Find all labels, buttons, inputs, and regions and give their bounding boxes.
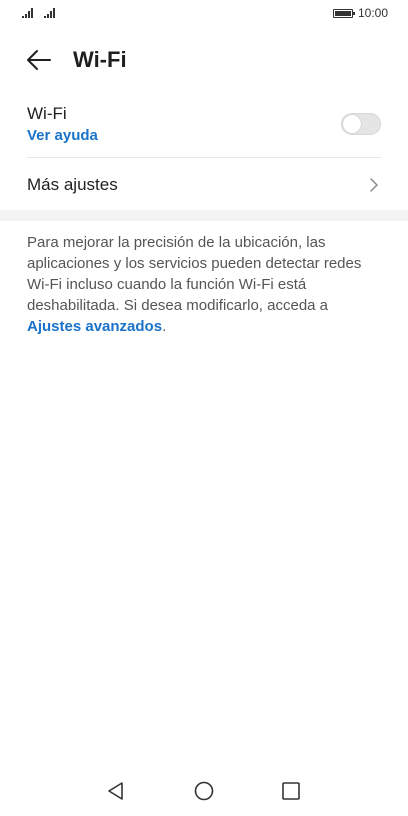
system-nav-bar (0, 770, 408, 810)
battery-full-icon (333, 9, 355, 18)
square-recent-icon[interactable] (280, 780, 302, 802)
more-settings-label: Más ajustes (27, 175, 118, 194)
wifi-toggle-switch[interactable] (341, 113, 381, 135)
status-bar: 10:00 (0, 0, 408, 26)
location-info-text: Para mejorar la precisión de la ubicació… (27, 232, 381, 337)
advanced-settings-link[interactable]: Ajustes avanzados (27, 318, 162, 335)
wifi-label: Wi-Fi (27, 104, 67, 123)
toggle-knob (343, 115, 361, 133)
circle-home-icon[interactable] (193, 780, 215, 802)
more-settings-item[interactable]: Más ajustes (27, 162, 381, 208)
signal-icon (44, 8, 55, 18)
wifi-settings-screen: 10:00 Wi-Fi Wi-Fi Ver ayuda Más ajustes … (0, 0, 408, 816)
chevron-right-icon (369, 177, 379, 193)
arrow-left-icon[interactable] (26, 48, 52, 72)
divider (27, 157, 381, 158)
status-clock: 10:00 (358, 6, 389, 20)
triangle-back-icon[interactable] (105, 780, 127, 802)
app-header: Wi-Fi (0, 40, 408, 80)
page-title: Wi-Fi (73, 47, 127, 72)
help-link[interactable]: Ver ayuda (27, 127, 98, 145)
info-suffix: . (162, 318, 167, 335)
section-separator (0, 210, 408, 221)
wifi-toggle-row[interactable]: Wi-Fi Ver ayuda (27, 100, 381, 156)
info-text: Para mejorar la precisión de la ubicació… (27, 234, 362, 314)
signal-icon (22, 8, 33, 18)
